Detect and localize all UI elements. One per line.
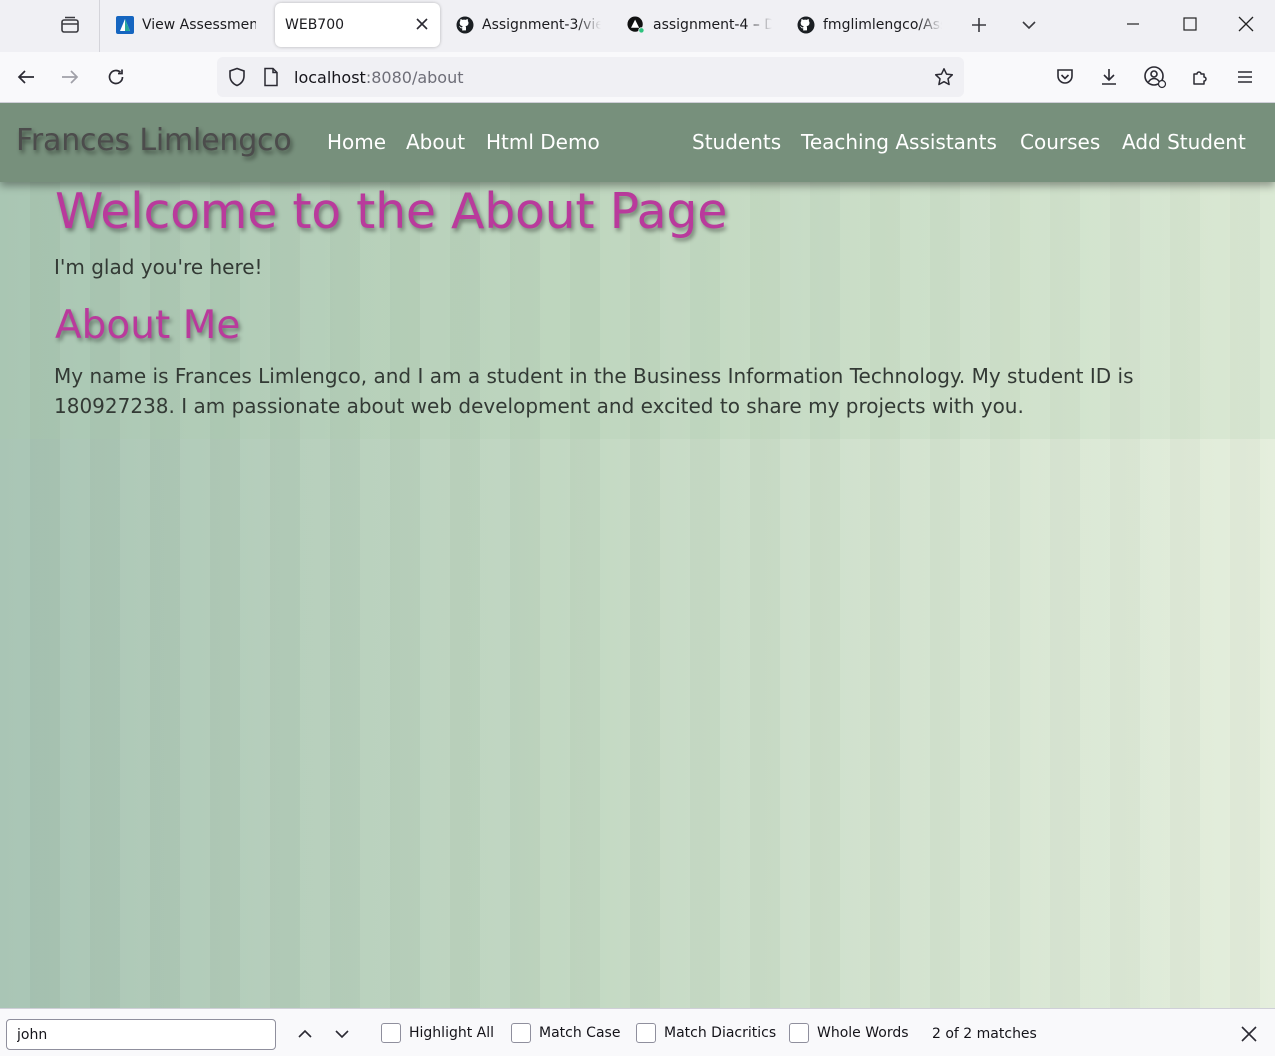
download-icon bbox=[1102, 69, 1116, 85]
arrow-right-icon bbox=[62, 70, 79, 84]
tab-strip: View Assessment WEB700 Assignment-3/vie … bbox=[0, 0, 1275, 52]
maximize-icon bbox=[1183, 17, 1197, 31]
find-input[interactable] bbox=[6, 1019, 276, 1050]
option-label: Match Case bbox=[539, 1025, 621, 1041]
puzzle-icon bbox=[1193, 71, 1207, 85]
close-icon bbox=[1238, 16, 1254, 32]
nav-link-students[interactable]: Students bbox=[692, 130, 781, 154]
chevron-up-icon bbox=[298, 1029, 312, 1038]
tab-fmglimlengco[interactable]: fmglimlengco/Ass bbox=[787, 3, 952, 47]
nav-link-about[interactable]: About bbox=[406, 130, 465, 154]
match-case-checkbox[interactable]: Match Case bbox=[511, 1023, 620, 1043]
deploy-favicon-icon bbox=[627, 16, 645, 34]
assessment-favicon-icon bbox=[116, 16, 134, 34]
tab-strip-separator bbox=[99, 0, 100, 52]
reload-icon bbox=[108, 69, 124, 85]
close-tab-icon[interactable] bbox=[414, 16, 430, 32]
tab-view-assessment[interactable]: View Assessment bbox=[106, 3, 266, 47]
web-page: Frances Limlengco Home About Html Demo S… bbox=[0, 103, 1275, 1008]
nav-link-courses[interactable]: Courses bbox=[1020, 130, 1100, 154]
option-label: Highlight All bbox=[409, 1025, 495, 1041]
nav-link-html-demo[interactable]: Html Demo bbox=[486, 130, 600, 154]
pocket-icon bbox=[1057, 69, 1073, 84]
site-brand[interactable]: Frances Limlengco bbox=[16, 123, 292, 158]
account-icon bbox=[1144, 66, 1167, 89]
nav-link-home[interactable]: Home bbox=[327, 130, 386, 154]
checkbox[interactable] bbox=[636, 1023, 656, 1043]
checkbox[interactable] bbox=[511, 1023, 531, 1043]
tab-title: View Assessment bbox=[142, 17, 256, 33]
nav-link-add-student[interactable]: Add Student bbox=[1122, 130, 1246, 154]
find-previous-button[interactable] bbox=[291, 1021, 319, 1047]
bio-paragraph: My name is Frances Limlengco, and I am a… bbox=[54, 364, 1134, 418]
tab-title: fmglimlengco/Ass bbox=[823, 17, 942, 33]
option-label: Whole Words bbox=[817, 1025, 909, 1041]
chevron-down-icon bbox=[1022, 21, 1036, 30]
tab-title: assignment-4 – D bbox=[653, 17, 772, 33]
find-next-button[interactable] bbox=[328, 1021, 356, 1047]
plus-icon bbox=[972, 18, 986, 32]
find-bar: Highlight All Match Case Match Diacritic… bbox=[0, 1008, 1275, 1056]
reload-button[interactable] bbox=[99, 60, 133, 94]
tab-title: WEB700 bbox=[285, 17, 345, 33]
whole-words-checkbox[interactable]: Whole Words bbox=[789, 1023, 909, 1043]
url-bar[interactable]: localhost:8080/about bbox=[217, 57, 964, 97]
about-me-heading: About Me bbox=[55, 303, 241, 348]
tab-title: Assignment-3/vie bbox=[482, 17, 601, 33]
github-icon bbox=[456, 16, 474, 34]
close-find-bar-button[interactable] bbox=[1238, 1023, 1260, 1045]
star-icon[interactable] bbox=[934, 67, 954, 87]
forward-button[interactable] bbox=[53, 60, 87, 94]
maximize-button[interactable] bbox=[1167, 0, 1213, 48]
highlight-all-checkbox[interactable]: Highlight All bbox=[381, 1023, 494, 1043]
close-icon bbox=[1241, 1026, 1257, 1042]
nav-link-teaching-assistants[interactable]: Teaching Assistants bbox=[801, 130, 997, 154]
page-icon[interactable] bbox=[261, 67, 281, 87]
menu-button[interactable] bbox=[1228, 60, 1262, 94]
intro-text: I'm glad you're here! bbox=[54, 255, 263, 279]
list-all-tabs-button[interactable] bbox=[1014, 10, 1044, 40]
tab-web700[interactable]: WEB700 bbox=[275, 3, 440, 47]
new-tab-button[interactable] bbox=[964, 10, 994, 40]
site-navbar: Frances Limlengco Home About Html Demo S… bbox=[0, 103, 1275, 182]
url-text[interactable]: localhost:8080/about bbox=[294, 68, 464, 87]
shield-icon[interactable] bbox=[227, 67, 247, 87]
extensions-button[interactable] bbox=[1184, 60, 1218, 94]
close-window-button[interactable] bbox=[1223, 0, 1269, 48]
url-path: :8080/about bbox=[365, 68, 464, 87]
tab-assignment-3[interactable]: Assignment-3/vie bbox=[446, 3, 611, 47]
minimize-icon bbox=[1127, 23, 1139, 25]
url-host: localhost bbox=[294, 68, 366, 87]
match-count: 2 of 2 matches bbox=[932, 1026, 1037, 1042]
page-heading: Welcome to the About Page bbox=[55, 183, 728, 240]
firefox-view-icon bbox=[61, 16, 79, 33]
pocket-button[interactable] bbox=[1048, 60, 1082, 94]
match-diacritics-checkbox[interactable]: Match Diacritics bbox=[636, 1023, 776, 1043]
checkbox[interactable] bbox=[381, 1023, 401, 1043]
downloads-button[interactable] bbox=[1092, 60, 1126, 94]
navigation-toolbar: localhost:8080/about bbox=[0, 52, 1275, 103]
github-icon bbox=[797, 16, 815, 34]
checkbox[interactable] bbox=[789, 1023, 809, 1043]
chevron-down-icon bbox=[335, 1030, 349, 1039]
tab-assignment-4[interactable]: assignment-4 – D bbox=[617, 3, 782, 47]
account-button[interactable] bbox=[1138, 60, 1172, 94]
option-label: Match Diacritics bbox=[664, 1025, 777, 1041]
minimize-button[interactable] bbox=[1110, 0, 1156, 48]
hamburger-icon bbox=[1238, 71, 1252, 83]
back-button[interactable] bbox=[9, 60, 43, 94]
arrow-left-icon bbox=[17, 70, 34, 84]
firefox-view-button[interactable] bbox=[52, 9, 88, 41]
